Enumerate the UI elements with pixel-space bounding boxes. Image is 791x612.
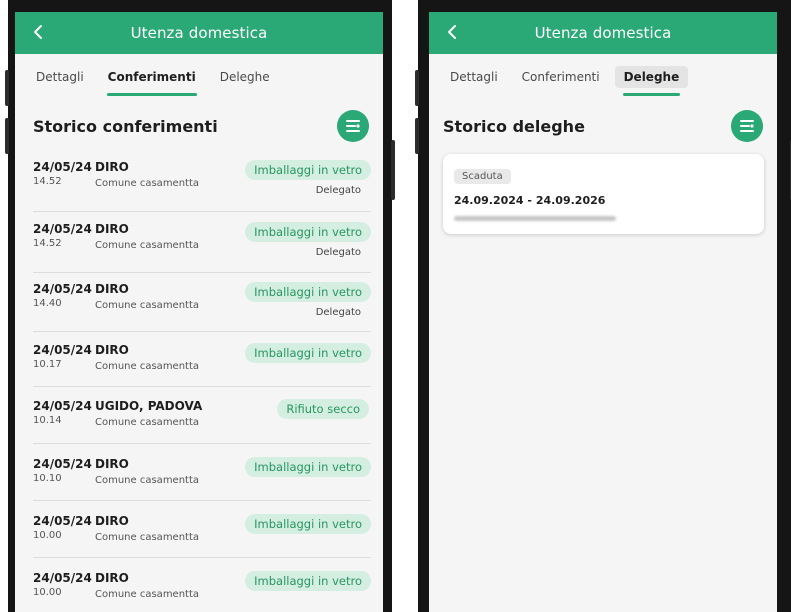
tab-bar: Dettagli Conferimenti Deleghe — [15, 54, 383, 100]
list-item[interactable]: 24/05/24 14.40 DIRO Comune casamentta Imba… — [33, 273, 371, 332]
list-item[interactable]: 24/05/24 10.00 DIRO Comune casamentta Imba… — [33, 558, 371, 612]
material-chip: Rifiuto secco — [277, 399, 369, 419]
back-button[interactable] — [27, 21, 49, 43]
row-commune: Comune casamentta — [95, 589, 200, 600]
screen-deleghe: Utenza domestica Dettagli Conferimenti D… — [429, 12, 777, 612]
tab-bar: Dettagli Conferimenti Deleghe — [429, 54, 777, 100]
row-date: 24/05/24 — [33, 571, 92, 585]
status-badge: Scaduta — [454, 169, 511, 184]
material-chip: Imballaggi in vetro — [245, 457, 371, 477]
phone-right: Utenza domestica Dettagli Conferimenti D… — [415, 0, 791, 612]
tab-dettagli[interactable]: Dettagli — [27, 66, 93, 88]
tab-deleghe[interactable]: Deleghe — [614, 66, 689, 96]
row-place: UGIDO, PADOVA — [95, 399, 203, 413]
row-commune: Comune casamentta — [95, 178, 200, 189]
material-chip: Imballaggi in vetro — [245, 160, 371, 180]
chevron-left-icon — [448, 25, 456, 39]
row-date: 24/05/24 — [33, 282, 92, 296]
list-item[interactable]: 24/05/24 10.00 DIRO Comune casamentta Imba… — [33, 501, 371, 558]
delega-card[interactable]: Scaduta 24.09.2024 - 24.09.2026 — [443, 154, 764, 234]
delegate-label: Delegato — [315, 185, 361, 196]
row-place: DIRO — [95, 222, 129, 236]
tab-deleghe[interactable]: Deleghe — [211, 66, 279, 88]
row-commune: Comune casamentta — [95, 532, 200, 543]
list-item[interactable]: 24/05/24 14.52 DIRO Comune casamentta Imba… — [33, 212, 371, 273]
row-date: 24/05/24 — [33, 514, 92, 528]
volume-button — [5, 70, 9, 106]
filter-button[interactable] — [731, 110, 763, 142]
row-time: 10.10 — [33, 473, 62, 484]
chevron-left-icon — [34, 25, 42, 39]
row-commune: Comune casamentta — [95, 300, 200, 311]
row-date: 24/05/24 — [33, 399, 92, 413]
row-place: DIRO — [95, 160, 129, 174]
row-commune: Comune casamentta — [95, 417, 200, 428]
delegate-label: Delegato — [315, 247, 361, 258]
section-title: Storico conferimenti — [33, 116, 218, 136]
filter-list-icon — [346, 120, 360, 132]
row-commune: Comune casamentta — [95, 240, 200, 251]
tab-conferimenti[interactable]: Conferimenti — [513, 66, 609, 88]
row-commune: Comune casamentta — [95, 475, 200, 486]
tab-dettagli[interactable]: Dettagli — [441, 66, 507, 88]
row-time: 10.14 — [33, 415, 62, 426]
page-title: Utenza domestica — [534, 24, 672, 42]
row-time: 10.17 — [33, 359, 62, 370]
list-item[interactable]: 24/05/24 14.52 DIRO Comune casamentta Imba… — [33, 150, 371, 212]
row-time: 10.00 — [33, 530, 62, 541]
row-date: 24/05/24 — [33, 343, 92, 357]
row-time: 14.40 — [33, 298, 62, 309]
material-chip: Imballaggi in vetro — [245, 514, 371, 534]
screen-conferimenti: Utenza domestica Dettagli Conferimenti D… — [15, 12, 383, 612]
row-commune: Comune casamentta — [95, 361, 200, 372]
section-header: Storico conferimenti — [15, 100, 383, 150]
row-date: 24/05/24 — [33, 457, 92, 471]
delegate-label: Delegato — [315, 307, 361, 318]
page-title: Utenza domestica — [130, 24, 268, 42]
section-header: Storico deleghe — [429, 100, 777, 150]
delega-period: 24.09.2024 - 24.09.2026 — [454, 194, 606, 207]
list-item[interactable]: 24/05/24 10.10 DIRO Comune casamentta Imba… — [33, 444, 371, 501]
power-button — [391, 140, 395, 200]
volume-button — [415, 118, 419, 154]
list-item[interactable]: 24/05/24 10.17 DIRO Comune casamentta Imba… — [33, 332, 371, 387]
material-chip: Imballaggi in vetro — [245, 343, 371, 363]
material-chip: Imballaggi in vetro — [245, 282, 371, 302]
redacted-email — [454, 216, 616, 221]
filter-list-icon — [740, 120, 754, 132]
row-time: 14.52 — [33, 176, 62, 187]
row-place: DIRO — [95, 343, 129, 357]
conferimenti-list: 24/05/24 14.52 DIRO Comune casamentta Imba… — [15, 150, 383, 612]
row-time: 10.00 — [33, 587, 62, 598]
filter-button[interactable] — [337, 110, 369, 142]
app-bar: Utenza domestica — [429, 12, 777, 54]
app-bar: Utenza domestica — [15, 12, 383, 54]
tab-conferimenti[interactable]: Conferimenti — [99, 66, 205, 96]
row-time: 14.52 — [33, 238, 62, 249]
row-date: 24/05/24 — [33, 160, 92, 174]
volume-button — [415, 70, 419, 106]
volume-button — [5, 118, 9, 154]
row-place: DIRO — [95, 282, 129, 296]
row-date: 24/05/24 — [33, 222, 92, 236]
row-place: DIRO — [95, 571, 129, 585]
row-place: DIRO — [95, 457, 129, 471]
row-place: DIRO — [95, 514, 129, 528]
list-item[interactable]: 24/05/24 10.14 UGIDO, PADOVA Comune casame… — [33, 387, 371, 444]
section-title: Storico deleghe — [443, 116, 585, 136]
material-chip: Imballaggi in vetro — [245, 571, 371, 591]
back-button[interactable] — [441, 21, 463, 43]
phone-left: Utenza domestica Dettagli Conferimenti D… — [5, 0, 395, 612]
material-chip: Imballaggi in vetro — [245, 222, 371, 242]
